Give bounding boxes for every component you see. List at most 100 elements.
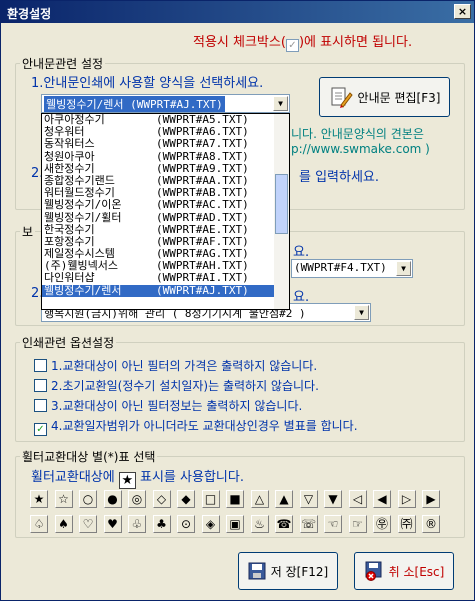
symbol-button[interactable]: ◁ [348,490,367,508]
symbol-button[interactable]: ♧ [128,515,146,533]
scrollbar-thumb[interactable] [275,174,288,234]
dropdown-item-file: (WWPRT#AJ.TXT) [156,283,249,297]
symbol-button[interactable]: ☏ [299,515,318,533]
symbol-button[interactable]: ♥ [103,515,122,533]
edit-guide-button[interactable]: 안내문 편집[F3] [319,77,450,117]
symbol-caption: 휠터교환대상에 ★ 표시를 사용합니다. [31,466,244,489]
dropdown-item-file: (WWPRT#AE.TXT) [156,222,249,236]
save-button[interactable]: 저 장[F12] [238,552,338,590]
symbol-button[interactable]: ▲ [275,490,293,508]
symbol-button[interactable]: ⊙ [177,515,195,533]
dropdown-item-name: 다인워터샵 [44,272,95,285]
option-checkbox[interactable] [34,359,47,372]
dropdown-item-name: 아쿠아정수기 [44,114,105,126]
print-option-3[interactable]: 3.교환대상이 아닌 필터정보는 출력하지 않습니다. [34,397,302,414]
edit-doc-icon [331,87,353,108]
guide-note-text: 니다. 안내문양식의 견본은 [291,127,424,141]
symbol-button[interactable]: ☞ [348,515,367,533]
dropdown-item-file: (WWPRT#AD.TXT) [156,210,249,224]
dropdown-item-name: 새한정수기 [44,162,95,175]
cancel-disk-icon [365,561,382,581]
print-option-4[interactable]: ✓ 4.교환일자범위가 아니더라도 교환대상인경우 별표를 합니다. [34,417,358,436]
dropdown-item-name: 청우워터 [44,126,85,139]
dropdown-item-file: (WWPRT#AA.TXT) [156,173,249,187]
symbol-button[interactable]: ● [103,490,122,508]
report-template-value: (WWPRT#F4.TXT) [294,261,387,274]
option-checkbox[interactable] [34,399,47,412]
print-option-2[interactable]: 2.초기교환일(정수기 설치일자)는 출력하지 않습니다. [34,377,319,394]
option-checkbox[interactable] [34,379,47,392]
symbol-button[interactable]: ▶ [422,490,440,508]
dropdown-item-name: 웰빙정수기/이온 [44,199,122,212]
symbol-button[interactable]: ★ [30,490,48,508]
dropdown-scrollbar[interactable] [274,114,289,309]
save-label: 저 장[F12] [270,564,329,579]
selected-symbol: ★ [118,472,136,489]
guide-template-value: 웰빙정수기/렌서 (WWPRT#AJ.TXT) [44,96,225,112]
dropdown-item-file: (WWPRT#AG.TXT) [156,247,249,261]
dropdown-item-file: (WWPRT#A9.TXT) [156,161,249,175]
hint-prefix: 적용시 체크박스( [193,35,286,50]
symbol-button[interactable]: ▣ [226,515,244,533]
dropdown-item-name: 포항정수기 [44,235,95,248]
dropdown-item-file: (WWPRT#AF.TXT) [156,234,249,248]
dropdown-item-file: (WWPRT#A6.TXT) [156,125,249,139]
symbol-legend: 휠터교환대상 별(*)표 선택 [22,450,156,464]
symbol-button[interactable]: △ [250,490,269,508]
symbol-button[interactable]: ☎ [275,515,293,533]
dropdown-list: 아쿠아정수기 (WWPRT#A5.TXT) 청우워터 (WWPRT#A6.TXT) 동작… [42,114,289,297]
symbol-button[interactable]: ® [422,515,440,533]
symbol-button[interactable]: ㉾ [373,515,391,533]
cancel-button[interactable]: 취 소[Esc] [354,552,454,590]
dropdown-item-name: 워터월드정수기 [44,187,115,200]
settings-window: 환경설정 × 적용시 체크박스(✓)에 표시하면 됩니다. 안내문관련 설정 1… [0,0,475,601]
floppy-disk-icon [248,562,266,580]
symbol-button[interactable]: ■ [226,490,244,508]
symbol-button[interactable]: ◀ [373,490,391,508]
symbol-button[interactable]: ♡ [79,515,97,533]
symbol-button[interactable]: ▼ [324,490,342,508]
hint-check-icon: ✓ [285,39,299,52]
symbol-button[interactable]: ♨ [250,515,269,533]
symbol-button[interactable]: ◈ [201,515,220,533]
dropdown-item-file: (WWPRT#AI.TXT) [156,271,249,285]
dropdown-item-name: 웰빙정수기/렌서 [44,284,122,297]
symbol-caption-prefix: 휠터교환대상에 [31,470,115,485]
chevron-down-icon[interactable]: ▼ [354,305,369,320]
guide-step1-label: 1.안내문인쇄에 사용할 양식을 선택하세요. [31,76,264,91]
option-checkbox[interactable]: ✓ [34,423,47,436]
dropdown-item[interactable]: 웰빙정수기/렌서 (WWPRT#AJ.TXT) [42,283,275,297]
chevron-down-icon[interactable]: ▼ [273,96,288,111]
symbol-button[interactable]: ◇ [152,490,171,508]
dropdown-item-name: 종합정수기랜드 [44,174,115,187]
symbol-button[interactable]: □ [201,490,220,508]
symbol-button[interactable]: ♤ [30,515,48,533]
symbol-button[interactable]: ○ [79,490,97,508]
hint-suffix: )에 표시하면 됩니다. [298,35,413,50]
close-button[interactable]: × [454,4,471,19]
symbol-button[interactable]: ◎ [128,490,146,508]
guide-template-dropdown[interactable]: 아쿠아정수기 (WWPRT#A5.TXT) 청우워터 (WWPRT#A6.TXT) 동작… [41,113,290,310]
guide-template-combo[interactable]: 웰빙정수기/렌서 (WWPRT#AJ.TXT) ▼ [41,94,290,113]
dropdown-item-name: 동작워터스 [44,138,95,151]
symbol-button[interactable]: ♠ [54,515,73,533]
guide-note-url: p://www.swmake.com ) [291,142,430,156]
guide-legend: 안내문관련 설정 [22,57,104,71]
dropdown-item-name: 청원아쿠아 [44,150,95,163]
print-option-1[interactable]: 1.교환대상이 아닌 필터의 가격은 출력하지 않습니다. [34,357,317,374]
symbol-button[interactable]: ㈜ [397,515,416,533]
symbol-button[interactable]: ▽ [299,490,318,508]
chevron-down-icon[interactable]: ▼ [396,261,411,276]
symbol-button[interactable]: ♣ [152,515,171,533]
option-label: 3.교환대상이 아닌 필터정보는 출력하지 않습니다. [51,399,303,413]
dropdown-item-file: (WWPRT#AC.TXT) [156,198,249,212]
symbol-button[interactable]: ☜ [324,515,342,533]
symbol-caption-suffix: 표시를 사용합니다. [140,470,244,485]
report-template-combo[interactable]: (WWPRT#F4.TXT) ▼ [291,259,413,278]
dropdown-item-name: 한국정수기 [44,223,95,236]
symbol-button[interactable]: ▷ [397,490,416,508]
symbol-button[interactable]: ◆ [177,490,195,508]
title-bar: 환경설정 × [1,1,474,23]
dropdown-item-file: (WWPRT#AH.TXT) [156,259,249,273]
symbol-button[interactable]: ☆ [54,490,73,508]
